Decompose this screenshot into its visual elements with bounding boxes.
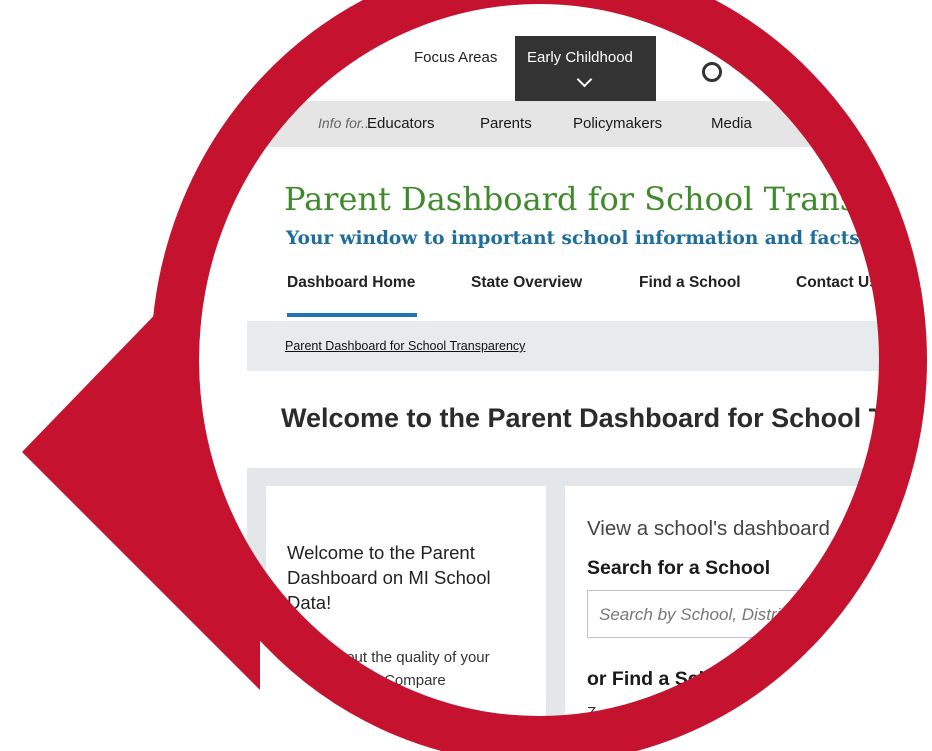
magnifier-illustration: Focus Areas Early Childhood Info for... … bbox=[0, 0, 932, 751]
magnifier-ring bbox=[151, 0, 927, 751]
